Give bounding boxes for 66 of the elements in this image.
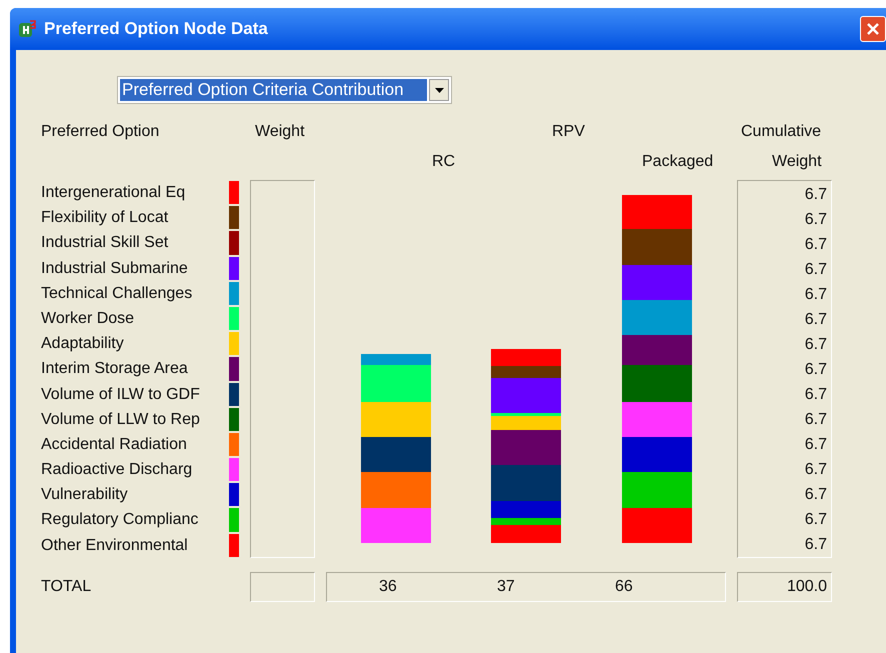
bar-segment — [622, 195, 692, 229]
criterion-label: Intergenerational Eq — [41, 183, 186, 203]
dropdown-value: Preferred Option Criteria Contribution — [120, 79, 427, 101]
bar-segment — [622, 472, 692, 508]
total-label: TOTAL — [41, 577, 92, 597]
criterion-label: Radioactive Discharg — [41, 460, 194, 480]
bar-segment — [361, 472, 431, 508]
total-value: 37 — [497, 577, 516, 597]
cumulative-value: 6.7 — [804, 210, 827, 230]
cumulative-value: 6.7 — [804, 510, 827, 530]
bar-segment — [622, 508, 692, 543]
bar-segment — [361, 508, 431, 543]
criterion-label: Volume of LLW to Rep — [41, 410, 201, 430]
bar-segment — [622, 365, 692, 402]
criterion-label: Vulnerability — [41, 485, 129, 506]
cumulative-value: 6.7 — [804, 460, 827, 480]
cumulative-value: 6.7 — [804, 535, 827, 555]
cumulative-total: 100.0 — [786, 577, 827, 597]
criterion-label: Accidental Radiation — [41, 434, 188, 455]
column-header: RPV — [552, 122, 586, 142]
bar-segment — [622, 229, 692, 265]
criterion-label: Regulatory Complianc — [41, 510, 200, 530]
column-header: Preferred Option — [41, 122, 160, 142]
total-value: 36 — [379, 577, 398, 597]
bar-segment — [622, 437, 692, 472]
cumulative-value: 6.7 — [804, 435, 827, 455]
close-button[interactable] — [860, 16, 886, 42]
criterion-label: Volume of ILW to GDF — [41, 384, 201, 404]
criterion-label: Industrial Skill Set — [41, 233, 170, 254]
view-dropdown[interactable]: Preferred Option Criteria Contribution — [117, 76, 452, 104]
cumulative-value: 6.7 — [804, 185, 827, 205]
bar-segment — [622, 300, 692, 335]
cumulative-value: 6.7 — [804, 235, 827, 255]
bar-segment — [622, 402, 692, 437]
app-icon — [18, 20, 36, 38]
dropdown-button[interactable] — [429, 79, 449, 101]
weight-total-field — [250, 572, 315, 602]
column-header: RC — [432, 152, 456, 172]
cumulative-value: 6.7 — [804, 385, 827, 405]
window-title: Preferred Option Node Data — [44, 18, 268, 40]
bar-segment — [622, 335, 692, 365]
criterion-label: Adaptability — [41, 334, 125, 354]
cumulative-value: 6.7 — [804, 485, 827, 505]
caret-icon — [434, 88, 444, 92]
criterion-label: Flexibility of Locat — [41, 208, 170, 228]
column-header: Weight — [255, 122, 306, 142]
cumulative-value: 6.7 — [804, 335, 827, 355]
column-header: Packaged — [642, 152, 714, 172]
total-value: 66 — [615, 577, 633, 597]
bar-segment — [361, 402, 431, 437]
close-icon — [866, 22, 880, 36]
criterion-label: Worker Dose — [41, 308, 136, 329]
cumulative-value: 6.7 — [804, 260, 827, 280]
cumulative-value: 6.7 — [804, 285, 827, 305]
bar-segment — [622, 265, 692, 300]
column-header: Weight — [772, 152, 822, 172]
column-header: Cumulative — [741, 122, 822, 142]
cumulative-value: 6.7 — [804, 360, 827, 380]
bar-segment — [491, 349, 561, 366]
bar-segment — [361, 437, 431, 472]
criterion-label: Interim Storage Area — [41, 359, 189, 380]
criterion-label: Technical Challenges — [41, 284, 194, 304]
cumulative-value: 6.7 — [804, 310, 827, 330]
criterion-label: Industrial Submarine — [41, 258, 189, 279]
criterion-label: Other Environmental — [41, 536, 189, 556]
cumulative-value: 6.7 — [804, 410, 827, 430]
